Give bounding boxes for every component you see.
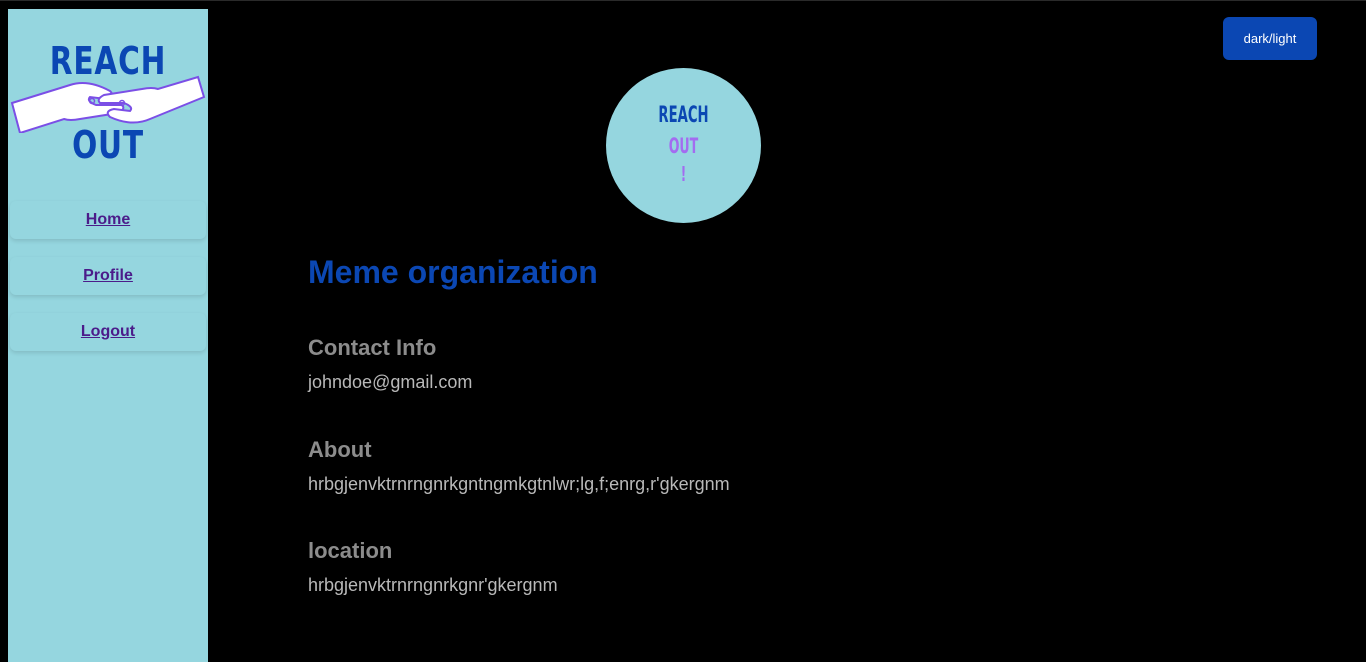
sidebar-item-profile[interactable]: Profile — [10, 257, 206, 295]
theme-toggle-button[interactable]: dark/light — [1223, 17, 1317, 60]
profile-content: Meme organization Contact Info johndoe@g… — [308, 251, 730, 595]
sidebar-item-logout[interactable]: Logout — [10, 313, 206, 351]
organization-name: Meme organization — [308, 254, 598, 290]
sidebar-nav: Home Profile Logout — [8, 201, 208, 369]
app-window: REACH OUT Home Profile Logout dark/light… — [0, 0, 1366, 662]
contact-info-heading: Contact Info — [308, 335, 437, 360]
sidebar-item-home[interactable]: Home — [10, 201, 206, 239]
logo-bottom-text: OUT — [72, 123, 144, 167]
reach-out-logo: REACH OUT — [8, 35, 208, 167]
contact-info-value: johndoe@gmail.com — [308, 372, 473, 392]
avatar-text-line3: ! — [680, 162, 687, 186]
about-value: hrbgjenvktrnrngnrkgntngmkgtnlwr;lg,f;enr… — [308, 474, 730, 494]
profile-avatar: REACH OUT ! — [606, 68, 761, 223]
about-heading: About — [308, 437, 372, 462]
avatar-text-line1: REACH — [658, 103, 709, 128]
sidebar: REACH OUT Home Profile Logout — [8, 9, 208, 662]
avatar-text-line2: OUT — [668, 134, 699, 158]
location-heading: location — [308, 538, 393, 563]
location-value: hrbgjenvktrnrngnrkgnr'gkergnm — [308, 575, 558, 595]
